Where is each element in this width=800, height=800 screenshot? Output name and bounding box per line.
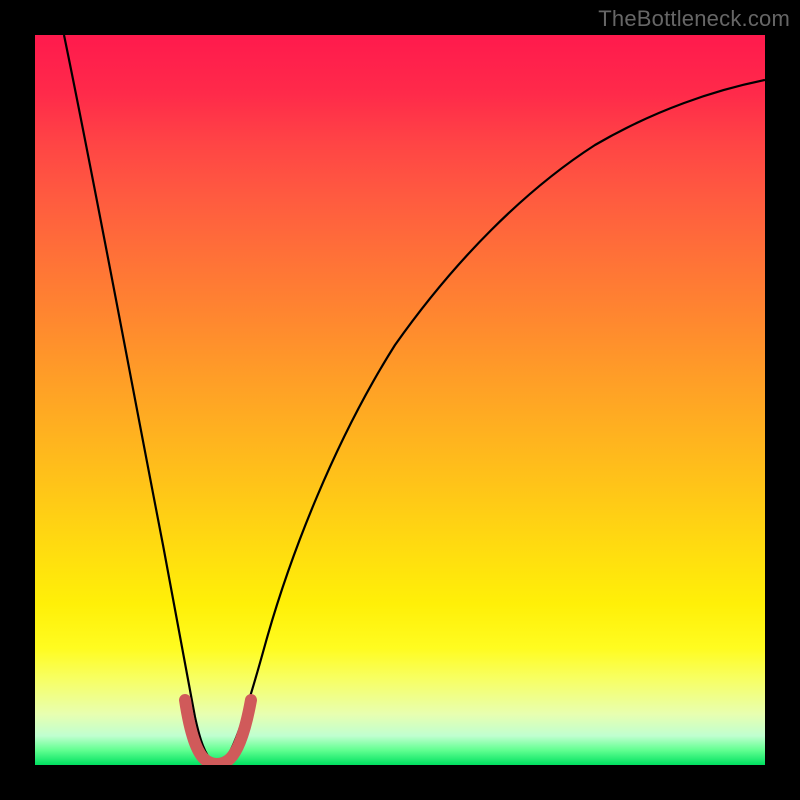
chart-frame: TheBottleneck.com xyxy=(0,0,800,800)
chart-background-gradient xyxy=(35,35,765,765)
watermark-text: TheBottleneck.com xyxy=(598,6,790,32)
